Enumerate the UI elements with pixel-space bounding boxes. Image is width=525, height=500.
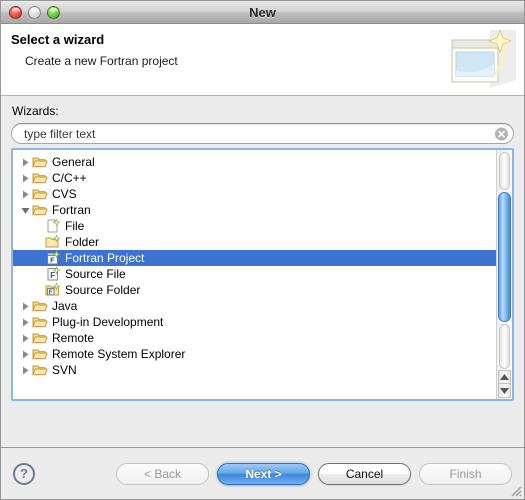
tree-row-label: SVN: [52, 363, 77, 377]
tree-disclosure-collapsed-icon[interactable]: [19, 350, 32, 359]
svg-text:F: F: [50, 255, 55, 264]
tree-row[interactable]: C/C++: [13, 170, 496, 186]
tree-row-label: Fortran: [52, 203, 91, 217]
tree-row-label: Remote: [52, 331, 95, 345]
tree-disclosure-collapsed-icon[interactable]: [19, 302, 32, 311]
tree-row[interactable]: Remote System Explorer: [13, 346, 496, 362]
back-button[interactable]: < Back: [116, 462, 209, 485]
svg-text:F: F: [50, 271, 55, 280]
scroll-down-arrow-icon[interactable]: [498, 384, 511, 398]
folder-icon: [32, 314, 50, 330]
window-title: New: [249, 4, 276, 20]
tree-row[interactable]: F Source Folder: [13, 282, 496, 298]
scrollbar-track-top[interactable]: [499, 152, 510, 190]
tree-row-label: Fortran Project: [65, 251, 145, 265]
tree-disclosure-expanded-icon[interactable]: [19, 206, 32, 215]
help-button[interactable]: ?: [13, 462, 35, 485]
next-button[interactable]: Next >: [217, 462, 310, 485]
scrollbar-track-bottom[interactable]: [499, 324, 510, 369]
tree-disclosure-collapsed-icon[interactable]: [19, 318, 32, 327]
tree-row[interactable]: Java: [13, 298, 496, 314]
fortran-project-icon: F: [45, 250, 63, 266]
title-bar: New: [1, 1, 524, 24]
finish-button[interactable]: Finish: [419, 462, 512, 485]
wizards-label: Wizards:: [12, 104, 59, 118]
tree-row-label: C/C++: [52, 171, 87, 185]
tree-row-label: CVS: [52, 187, 77, 201]
fortran-source-folder-icon: F: [45, 282, 63, 298]
zoom-light[interactable]: [47, 5, 60, 19]
filter-row: [11, 123, 514, 144]
tree-row-label: Java: [52, 299, 78, 313]
wizard-content: Wizards: Plug-in ProjectGeneral C/C++ CVS F…: [1, 96, 524, 447]
wizard-sparkle-icon: [446, 24, 518, 96]
tree-row[interactable]: SVN: [13, 362, 496, 378]
wizard-banner: Select a wizard Create a new Fortran pro…: [1, 24, 524, 96]
tree-row[interactable]: Plug-in Development: [13, 314, 496, 330]
tree-row-label: File: [65, 219, 85, 233]
wizard-tree[interactable]: Plug-in ProjectGeneral C/C++ CVS Fortran Fil…: [13, 150, 496, 399]
tree-disclosure-collapsed-icon[interactable]: [19, 190, 32, 199]
svg-text:F: F: [49, 289, 53, 296]
resize-grip[interactable]: [508, 483, 522, 497]
folder-icon: [32, 154, 50, 170]
tree-row[interactable]: F Fortran Project: [13, 250, 496, 266]
close-light[interactable]: [9, 5, 22, 19]
tree-row[interactable]: Folder: [13, 234, 496, 250]
folder-icon: [32, 346, 50, 362]
tree-disclosure-collapsed-icon[interactable]: [19, 158, 32, 167]
tree-row[interactable]: Remote: [13, 330, 496, 346]
tree-scrollbar[interactable]: [496, 150, 512, 399]
tree-disclosure-collapsed-icon[interactable]: [19, 334, 32, 343]
new-folder-icon: [45, 234, 63, 250]
dialog-button-bar: ? < Back Next > Cancel Finish: [1, 447, 524, 499]
tree-row-label: Source File: [65, 267, 126, 281]
wizard-tree-container: Plug-in ProjectGeneral C/C++ CVS Fortran Fil…: [11, 148, 514, 401]
new-file-icon: [45, 218, 63, 234]
tree-row[interactable]: Fortran: [13, 202, 496, 218]
tree-row-label: Remote System Explorer: [52, 347, 186, 361]
tree-disclosure-collapsed-icon[interactable]: [19, 174, 32, 183]
nav-buttons: < Back Next > Cancel Finish: [116, 462, 512, 485]
tree-row-label: Source Folder: [65, 283, 141, 297]
cancel-button[interactable]: Cancel: [318, 462, 411, 485]
tree-row[interactable]: F Source File: [13, 266, 496, 282]
wizard-filter-input[interactable]: [11, 123, 514, 144]
tree-row-label: Folder: [65, 235, 100, 249]
fortran-source-file-icon: F: [45, 266, 63, 282]
tree-row[interactable]: General: [13, 154, 496, 170]
folder-icon: [32, 186, 50, 202]
folder-icon: [32, 170, 50, 186]
tree-row-label: General: [52, 155, 95, 169]
new-wizard-dialog: New Select a wizard Create a new Fortran…: [0, 0, 525, 500]
tree-row-label: Plug-in Development: [52, 315, 164, 329]
folder-icon: [32, 330, 50, 346]
window-controls: [1, 5, 60, 19]
folder-icon: [32, 298, 50, 314]
tree-row[interactable]: Plug-in Project: [13, 150, 496, 154]
minimize-light[interactable]: [28, 5, 41, 19]
scroll-up-arrow-icon[interactable]: [498, 370, 511, 384]
tree-disclosure-collapsed-icon[interactable]: [19, 366, 32, 375]
tree-row[interactable]: CVS: [13, 186, 496, 202]
scrollbar-thumb[interactable]: [498, 192, 511, 322]
folder-icon: [32, 202, 50, 218]
folder-icon: [32, 362, 50, 378]
clear-circle-icon[interactable]: [495, 127, 508, 140]
scrollbar-arrows: [498, 370, 511, 398]
tree-row[interactable]: File: [13, 218, 496, 234]
